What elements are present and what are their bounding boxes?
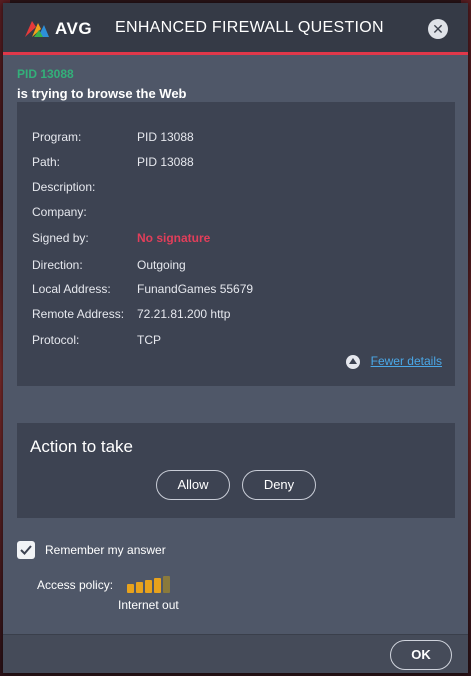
alert-message: is trying to browse the Web xyxy=(17,86,187,101)
title-bar[interactable]: AVG ENHANCED FIREWALL QUESTION ✕ xyxy=(3,3,468,55)
details-panel: Program: PID 13088 Path: PID 13088 Descr… xyxy=(17,102,455,386)
detail-label: Remote Address: xyxy=(32,307,125,321)
detail-label: Direction: xyxy=(32,258,83,272)
detail-label: Company: xyxy=(32,205,87,219)
remember-checkbox[interactable] xyxy=(17,541,35,559)
allow-button[interactable]: Allow xyxy=(156,470,230,500)
close-icon: ✕ xyxy=(432,21,444,37)
access-policy-meter xyxy=(127,575,177,593)
action-panel: Action to take Allow Deny xyxy=(17,423,455,518)
avg-logo-text: AVG xyxy=(55,19,93,38)
ok-button[interactable]: OK xyxy=(390,640,452,670)
detail-value: TCP xyxy=(137,333,161,347)
policy-level-bar xyxy=(136,582,143,593)
detail-label: Description: xyxy=(32,180,96,194)
detail-label: Path: xyxy=(32,155,61,169)
signature-warning: No signature xyxy=(137,231,211,245)
policy-level-bar xyxy=(163,576,170,593)
fewer-details-link[interactable]: Fewer details xyxy=(371,354,442,368)
detail-value: PID 13088 xyxy=(137,130,194,144)
close-button[interactable]: ✕ xyxy=(428,19,448,39)
policy-level-bar xyxy=(127,584,134,593)
detail-value: 72.21.81.200 http xyxy=(137,307,231,321)
chevron-up-circle-icon[interactable] xyxy=(345,355,360,369)
detail-value: FunandGames 55679 xyxy=(137,282,254,296)
access-policy-level: Internet out xyxy=(118,598,179,612)
process-id: PID 13088 xyxy=(17,67,74,81)
detail-label: Local Address: xyxy=(32,282,111,296)
policy-level-bar xyxy=(154,578,161,593)
avg-logo-icon xyxy=(25,21,49,37)
window-title: ENHANCED FIREWALL QUESTION xyxy=(115,19,384,36)
detail-value: PID 13088 xyxy=(137,155,194,169)
access-policy-label: Access policy: xyxy=(37,578,114,592)
checkmark-icon xyxy=(20,545,32,555)
detail-label: Protocol: xyxy=(32,333,80,347)
policy-level-bar xyxy=(145,580,152,593)
detail-value: Outgoing xyxy=(137,258,186,272)
action-title: Action to take xyxy=(30,437,134,456)
footer-bar: OK xyxy=(3,634,468,673)
detail-label: Signed by: xyxy=(32,231,89,245)
fewer-details-toggle[interactable]: Fewer details xyxy=(345,354,442,370)
firewall-dialog: AVG ENHANCED FIREWALL QUESTION ✕ PID 130… xyxy=(3,3,468,673)
remember-label: Remember my answer xyxy=(45,543,166,557)
deny-button[interactable]: Deny xyxy=(242,470,316,500)
detail-label: Program: xyxy=(32,130,82,144)
avg-logo: AVG xyxy=(23,17,93,39)
